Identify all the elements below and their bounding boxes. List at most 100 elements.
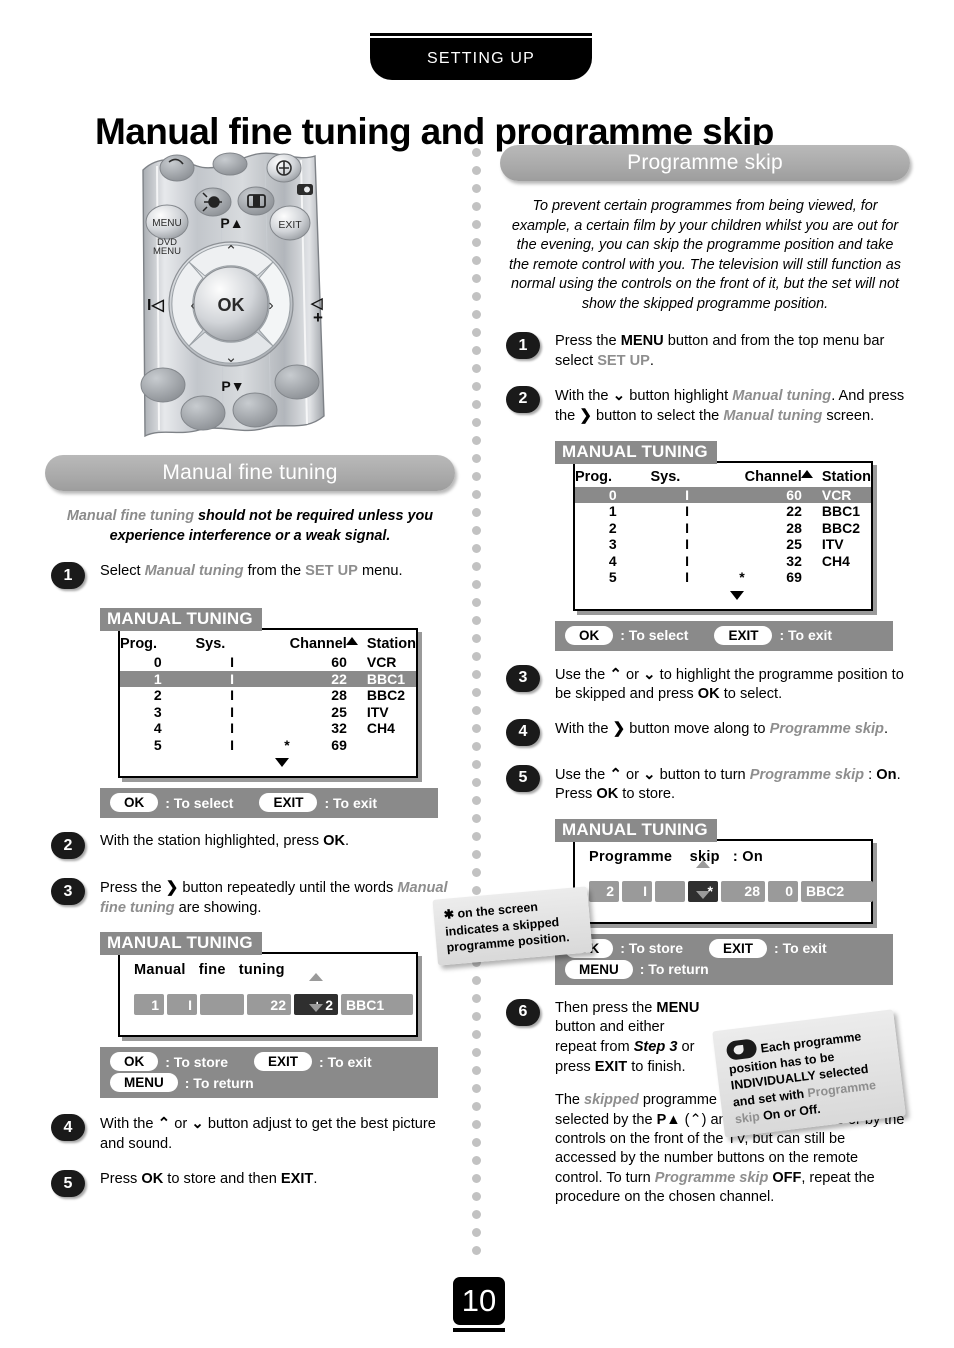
divider-dot	[472, 832, 481, 841]
chip[interactable]: 28	[721, 880, 765, 902]
section-header-label: Programme skip	[627, 151, 783, 174]
cell-sys: I	[230, 736, 235, 753]
skip-panel-heading: Programme skip : On	[575, 846, 871, 869]
asterisk-note-text: ✱ on the screen indicates a skipped prog…	[443, 899, 571, 956]
step-emphasis: EXIT	[280, 1171, 314, 1188]
scroll-down-indicator[interactable]	[575, 586, 871, 605]
divider-dot	[472, 1246, 481, 1255]
chip-down-arrow[interactable]	[308, 1004, 324, 1013]
table-row[interactable]: 2 I 28 BBC2	[575, 520, 871, 537]
left-step-5: 5 Press OK to store and then EXIT.	[45, 1170, 455, 1202]
cell-skip-asterisk: *	[739, 569, 745, 586]
scroll-down-indicator[interactable]	[120, 753, 416, 772]
chip[interactable]: BBC2	[801, 880, 873, 902]
step-number-badge: 3	[51, 878, 85, 906]
cell-station: BBC1	[821, 503, 860, 520]
cell-station: BBC2	[366, 687, 405, 704]
divider-dot	[472, 742, 481, 751]
table-row[interactable]: 0 I 60 VCR	[120, 654, 416, 671]
step-text: or	[170, 1116, 192, 1133]
divider-dot	[472, 508, 481, 517]
divider-dot	[472, 184, 481, 193]
divider-dot	[472, 634, 481, 643]
caret-down-icon	[730, 590, 744, 600]
chip[interactable]: BBC1	[341, 994, 413, 1016]
chip[interactable]: I	[167, 994, 197, 1016]
table-row[interactable]: 5 I * 69	[575, 569, 871, 586]
menu-keycap[interactable]: MENU	[565, 959, 633, 979]
divider-dot	[472, 796, 481, 805]
table-row[interactable]: 5 I * 69	[120, 737, 416, 754]
exit-keycap[interactable]: EXIT	[709, 938, 768, 958]
ok-keycap[interactable]: OK	[565, 625, 614, 645]
left-manual-tuning-osd: MANUAL TUNING Prog. Sys. Channel Station…	[100, 608, 418, 779]
svg-text:EXIT: EXIT	[278, 219, 302, 231]
col-prog: Prog.	[120, 636, 158, 653]
chip-down-arrow[interactable]	[695, 890, 711, 899]
cell-prog: 1	[120, 670, 196, 688]
chip[interactable]: 2	[589, 880, 619, 902]
right-skip-keybar: OK : To store EXIT : To exit MENU : To r…	[555, 933, 893, 985]
chip[interactable]: 1	[134, 994, 164, 1016]
step-emphasis: OK	[323, 833, 345, 850]
table-row[interactable]: 4 I 32 CH4	[120, 720, 416, 737]
step-emphasis: Manual tuning	[144, 563, 244, 580]
exit-key-desc: : To exit	[319, 1053, 372, 1070]
col-prog: Prog.	[575, 468, 613, 485]
ok-key-desc: : To store	[165, 1053, 228, 1070]
cell-channel: 25	[331, 703, 347, 720]
tuning-table: Prog. Sys. Channel Station 0 I 60 VCR 1 I 22 BB…	[120, 635, 416, 753]
heading-word-3: tuning	[238, 962, 285, 979]
step-text: Press the	[555, 333, 621, 350]
divider-dot	[472, 1084, 481, 1093]
chip[interactable]: 0	[768, 880, 798, 902]
step-number-badge: 6	[506, 998, 540, 1026]
chip-up-arrow[interactable]	[308, 973, 324, 982]
section-tab: SETTING UP	[370, 38, 592, 80]
right-step-2: 2 With the ⌄ button highlight Manual tun…	[500, 385, 910, 427]
step-number-badge: 3	[506, 664, 540, 692]
manual-fine-tuning-intro: Manual fine tuning should not be require…	[51, 507, 449, 546]
chip[interactable]: 22	[247, 994, 291, 1016]
exit-keycap[interactable]: EXIT	[254, 1052, 313, 1072]
down-arrow-icon: ⌄	[643, 765, 656, 783]
step-emphasis: Programme skip	[749, 766, 865, 783]
step-text: button to select the	[591, 408, 724, 425]
menu-keycap[interactable]: MENU	[110, 1073, 178, 1093]
divider-dot	[472, 814, 481, 823]
chip[interactable]	[200, 994, 244, 1016]
table-row[interactable]: 1 I 22 BBC1	[575, 503, 871, 520]
cell-sys: I	[685, 519, 690, 536]
divider-dot	[472, 1048, 481, 1057]
ok-keycap[interactable]: OK	[110, 1052, 159, 1072]
exit-keycap[interactable]: EXIT	[714, 625, 773, 645]
table-row[interactable]: 3 I 25 ITV	[575, 536, 871, 553]
divider-dot	[472, 436, 481, 445]
svg-text:+: +	[313, 308, 323, 327]
exit-keycap[interactable]: EXIT	[259, 793, 318, 813]
table-row[interactable]: 4 I 32 CH4	[575, 553, 871, 570]
ok-keycap[interactable]: OK	[110, 793, 159, 813]
divider-dot	[472, 994, 481, 1003]
step-number-badge: 1	[51, 562, 85, 590]
skip-panel-chip-row: 2 I * 28 0 BBC2	[575, 859, 873, 918]
tuning-table: Prog. Sys. Channel Station 0 I 60 VCR 1 I 22 BB…	[575, 468, 871, 586]
divider-dot	[472, 652, 481, 661]
table-row[interactable]: 2 I 28 BBC2	[120, 687, 416, 704]
cell-channel: 22	[786, 503, 802, 520]
step-text: screen.	[822, 408, 875, 425]
cell-skip-asterisk	[724, 520, 745, 537]
cell-sys: I	[230, 720, 235, 737]
cell-skip-asterisk	[724, 553, 745, 570]
divider-dot	[472, 1174, 481, 1183]
step-text: button move along to	[625, 720, 770, 737]
cell-sys: I	[195, 670, 269, 688]
table-row[interactable]: 1 I 22 BBC1	[120, 670, 416, 688]
table-row[interactable]: 0 I 60 VCR	[575, 486, 871, 504]
chip-up-arrow[interactable]	[695, 859, 711, 868]
down-arrow-icon: ⌄	[612, 386, 626, 404]
chip[interactable]	[655, 880, 685, 902]
chip[interactable]: I	[622, 880, 652, 902]
exit-key-desc: : To exit	[774, 940, 827, 957]
table-row[interactable]: 3 I 25 ITV	[120, 704, 416, 721]
